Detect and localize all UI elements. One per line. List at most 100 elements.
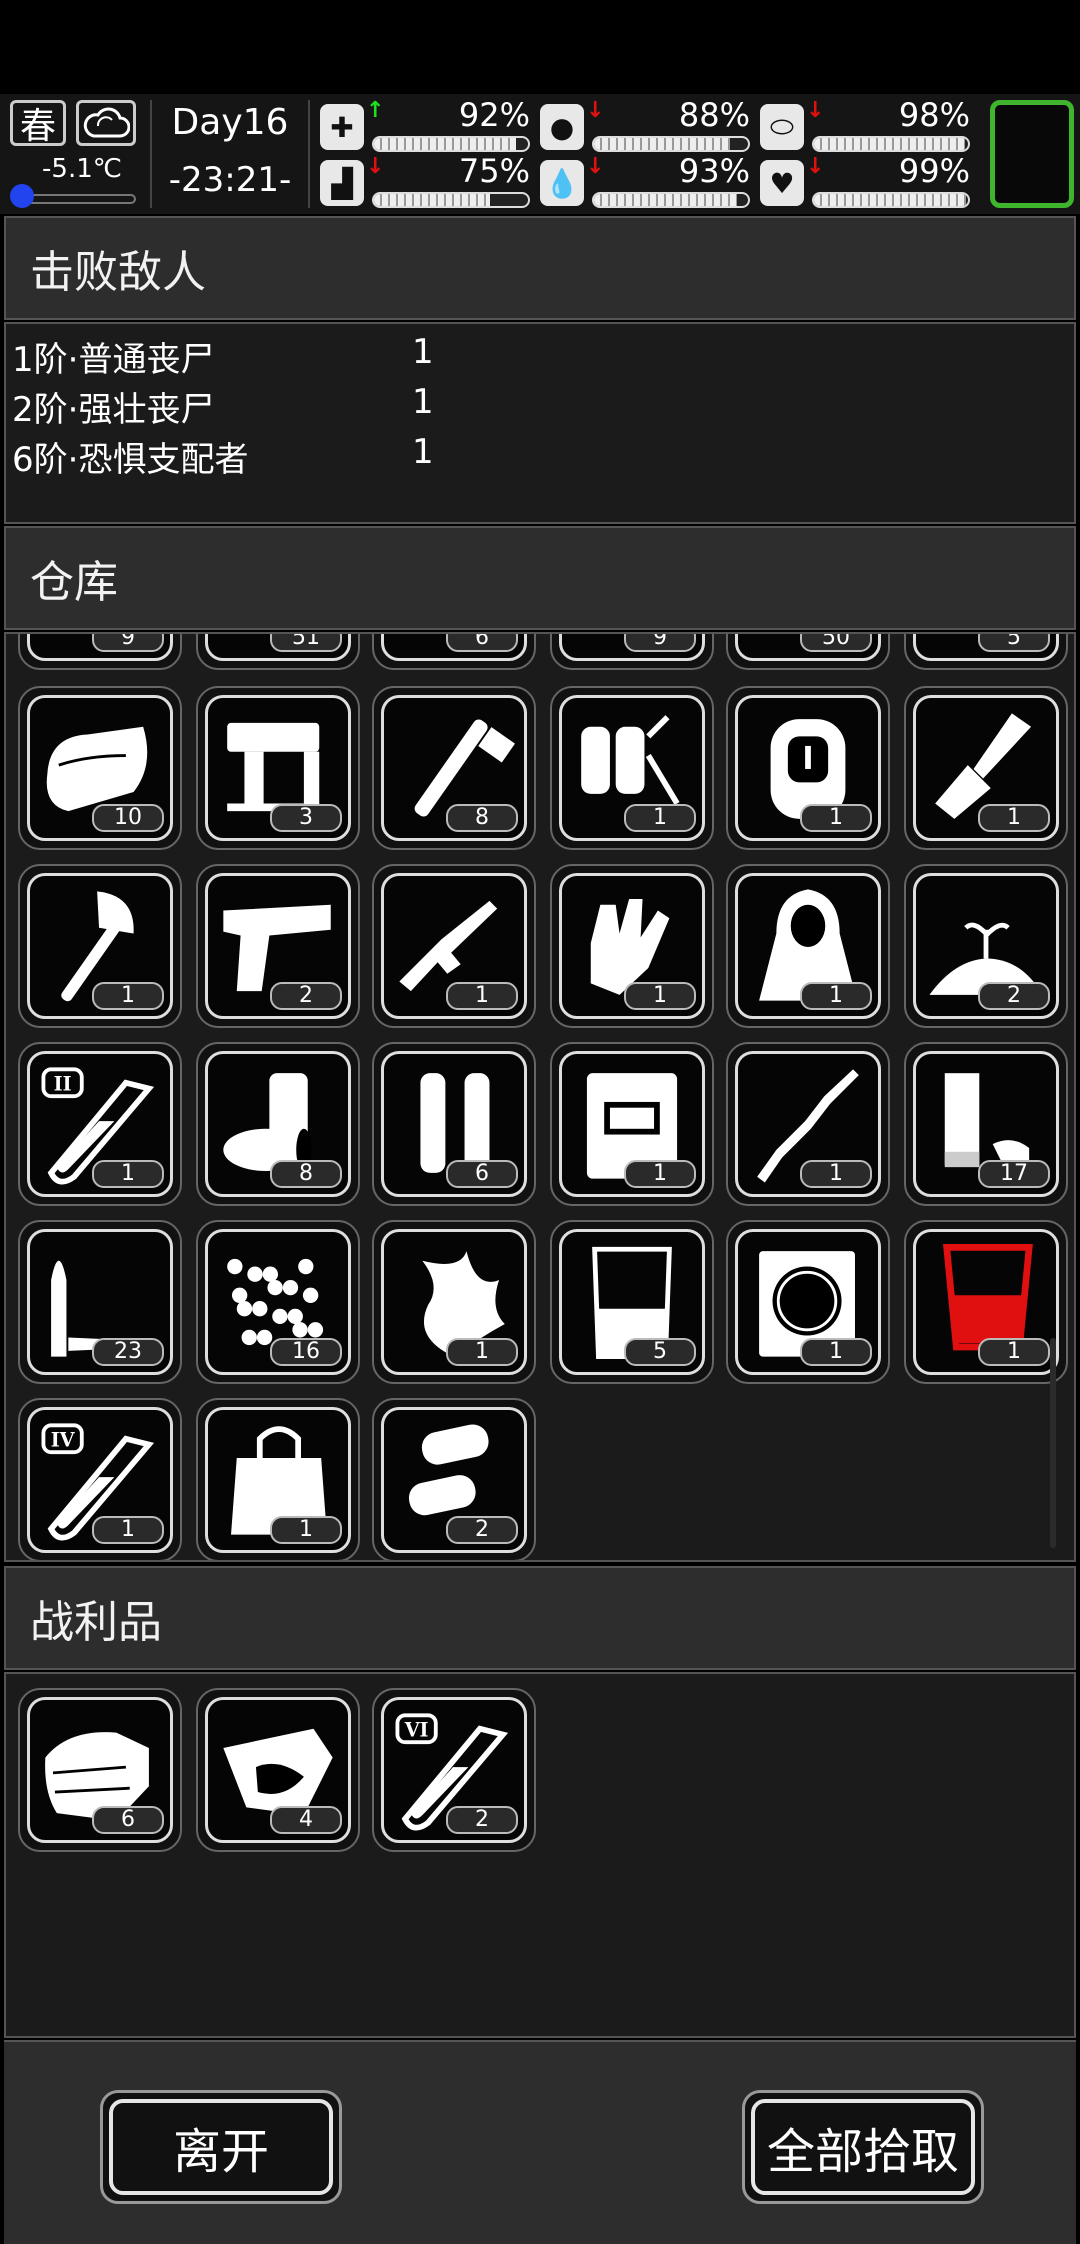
item-count: 1 (446, 982, 518, 1010)
item-slot[interactable]: 1 (904, 686, 1068, 850)
item-count: 17 (978, 1160, 1050, 1188)
item-slot[interactable]: VI 2 (372, 1688, 536, 1852)
item-slot[interactable]: 1 (726, 686, 890, 850)
item-count: 8 (446, 804, 518, 832)
item-count: 9 (624, 634, 696, 652)
item-slot[interactable]: 1 (372, 1220, 536, 1384)
item-slot[interactable]: II 1 (18, 1042, 182, 1206)
stat-value: 93% (678, 152, 750, 190)
item-count: 6 (92, 1806, 164, 1834)
item-slot[interactable]: 2 (904, 864, 1068, 1028)
item-count: 1 (800, 1160, 872, 1188)
item-count: 2 (978, 982, 1050, 1010)
item-slot[interactable]: 51 (196, 634, 360, 670)
stat-stamina: ▟ ↓ 75% (320, 152, 530, 212)
item-slot[interactable]: 9 (18, 634, 182, 670)
storage-scrollbar[interactable] (1050, 1338, 1056, 1548)
game-clock: -23:21- (168, 160, 292, 200)
stat-mood: ♥ ↓ 99% (760, 152, 970, 212)
section-header-loot: 战利品 (4, 1566, 1076, 1670)
stat-bar (812, 136, 970, 152)
item-slot[interactable]: 2 (196, 864, 360, 1028)
item-slot[interactable]: 5 (550, 1220, 714, 1384)
divider (308, 100, 310, 208)
item-slot[interactable]: 6 (372, 1042, 536, 1206)
section-header-defeated: 击败敌人 (4, 216, 1076, 320)
defeated-enemies-panel: 1阶·普通丧尸 1 2阶·强壮丧尸 1 6阶·恐惧支配者 1 (4, 322, 1076, 524)
item-slot[interactable]: 1 (196, 1398, 360, 1560)
item-count: 50 (800, 634, 872, 652)
item-slot[interactable]: IV 1 (18, 1398, 182, 1560)
item-slot[interactable]: 16 (196, 1220, 360, 1384)
enemy-count: 1 (412, 432, 434, 472)
item-slot[interactable]: 2 (372, 1398, 536, 1560)
item-count: 1 (92, 1516, 164, 1544)
pill-icon: ⬭ (760, 104, 804, 150)
item-count: 3 (270, 804, 342, 832)
storage-grid[interactable]: 9 51 6 9 50 5 10 3 8 1 1 1 1 2 1 1 1 2 II 1 8 6 1 1 17 23 16 1 5 1 1… (4, 632, 1076, 1562)
trend-down-arrow-icon: ↓ (806, 98, 825, 123)
svg-text:VI: VI (404, 1718, 429, 1741)
status-bar: 春 -5.1℃ Day16 -23:21- ✚ ↑ 92% ● ↓ 88% ⬭ ↓ 98% ▟ ↓ 7… (0, 94, 1080, 214)
item-count: 6 (446, 1160, 518, 1188)
item-slot[interactable]: 5 (904, 634, 1068, 670)
heart-icon: ♥ (760, 160, 804, 206)
item-slot[interactable]: 1 (550, 1042, 714, 1206)
item-count: 2 (270, 982, 342, 1010)
item-count: 1 (978, 1338, 1050, 1366)
boot-icon: ▟ (320, 160, 364, 206)
item-count: 5 (624, 1338, 696, 1366)
item-slot[interactable]: 6 (18, 1688, 182, 1852)
trend-down-arrow-icon: ↓ (806, 154, 825, 179)
stat-health: ✚ ↑ 92% (320, 96, 530, 156)
svg-text:IV: IV (51, 1428, 76, 1451)
trend-down-arrow-icon: ↓ (586, 98, 605, 123)
item-count: 1 (624, 804, 696, 832)
item-slot[interactable]: 1 (726, 1042, 890, 1206)
item-slot[interactable]: 1 (550, 864, 714, 1028)
item-count: 4 (270, 1806, 342, 1834)
loot-grid[interactable]: 6 4 VI 2 (4, 1672, 1076, 2038)
item-slot[interactable]: 17 (904, 1042, 1068, 1206)
stat-bar (372, 192, 530, 208)
item-count: 1 (92, 982, 164, 1010)
enemy-name: 1阶·普通丧尸 (12, 340, 215, 380)
item-slot[interactable]: 1 (726, 864, 890, 1028)
item-slot[interactable]: 1 (726, 1220, 890, 1384)
item-slot[interactable]: 6 (372, 634, 536, 670)
take-all-button-label: 全部拾取 (766, 2124, 959, 2180)
footer-bar: 离开 全部拾取 (4, 2040, 1076, 2244)
item-slot[interactable]: 4 (196, 1688, 360, 1852)
enemy-count: 1 (412, 332, 434, 372)
item-slot[interactable]: 3 (196, 686, 360, 850)
day-counter: Day16 (171, 102, 289, 143)
stat-bar (372, 136, 530, 152)
take-all-button[interactable]: 全部拾取 (742, 2090, 984, 2204)
item-slot[interactable]: 1 (550, 686, 714, 850)
section-title: 仓库 (30, 557, 118, 608)
medkit-icon: ✚ (320, 104, 364, 150)
item-count: 1 (270, 1516, 342, 1544)
item-slot[interactable]: 50 (726, 634, 890, 670)
leave-button[interactable]: 离开 (100, 2090, 342, 2204)
item-count: 51 (270, 634, 342, 652)
item-count: 1 (446, 1338, 518, 1366)
item-slot[interactable]: 1 (372, 864, 536, 1028)
item-count: 1 (92, 1160, 164, 1188)
item-slot[interactable]: 10 (18, 686, 182, 850)
item-count: 6 (446, 634, 518, 652)
stat-medicine: ⬭ ↓ 98% (760, 96, 970, 156)
enemy-name: 6阶·恐惧支配者 (12, 440, 249, 480)
item-slot[interactable]: 8 (196, 1042, 360, 1206)
item-slot[interactable]: 1 (18, 864, 182, 1028)
item-slot[interactable]: 9 (550, 634, 714, 670)
item-slot[interactable]: 23 (18, 1220, 182, 1384)
section-title: 击败敌人 (30, 247, 206, 298)
item-count: 23 (92, 1338, 164, 1366)
trend-up-arrow-icon: ↑ (366, 98, 385, 123)
item-count: 2 (446, 1806, 518, 1834)
item-slot[interactable]: 1 (904, 1220, 1068, 1384)
trend-down-arrow-icon: ↓ (586, 154, 605, 179)
character-portrait-button[interactable] (990, 100, 1074, 208)
item-slot[interactable]: 8 (372, 686, 536, 850)
